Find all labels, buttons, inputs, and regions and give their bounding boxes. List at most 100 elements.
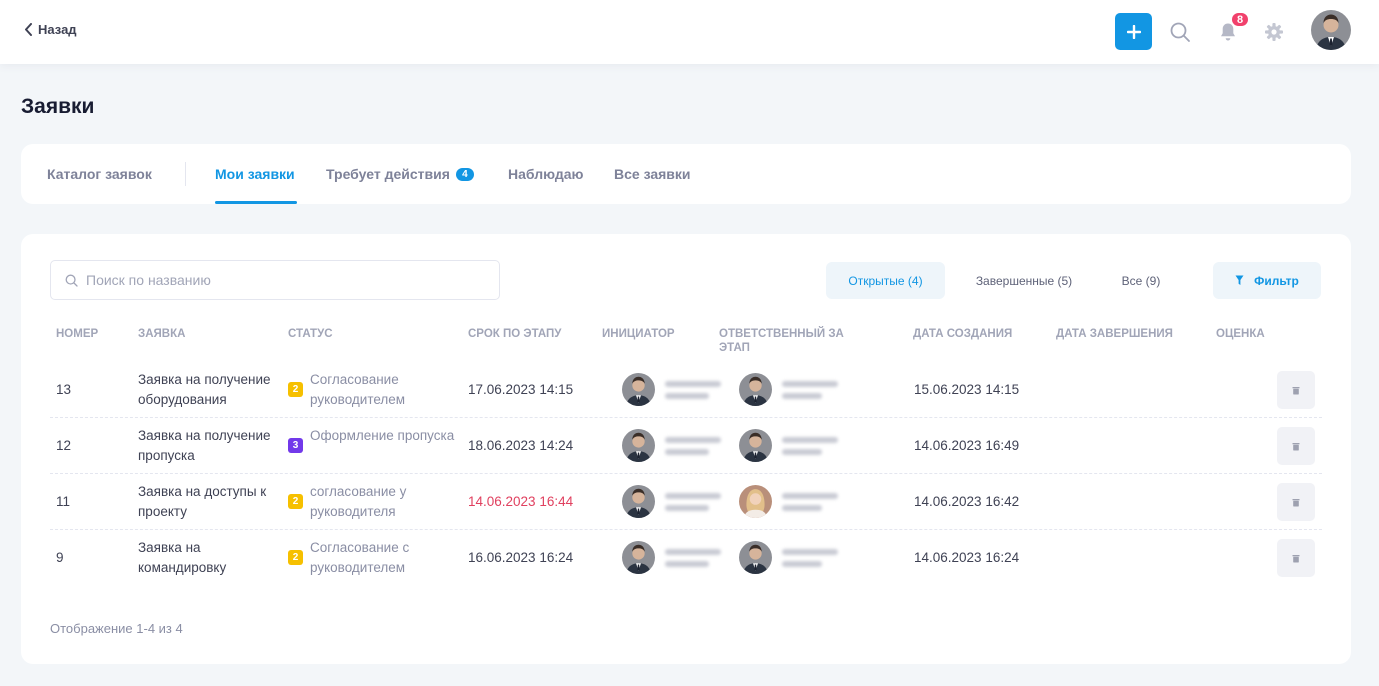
initiator <box>622 485 721 518</box>
delete-button[interactable] <box>1277 427 1315 465</box>
request-status: 2 Согласование с руководителем <box>288 538 458 578</box>
request-number: 9 <box>56 550 64 565</box>
column-header-rating[interactable]: Оценка <box>1216 327 1265 341</box>
responsible <box>739 485 838 518</box>
stage-number-badge: 2 <box>288 550 303 565</box>
initiator-name-redacted <box>665 492 721 511</box>
trash-icon <box>1292 498 1300 506</box>
created-date: 14.06.2023 16:49 <box>914 438 1020 453</box>
responsible-avatar <box>739 373 772 406</box>
stage-number-badge: 2 <box>288 494 303 509</box>
filter-button[interactable]: Фильтр <box>1213 262 1321 299</box>
delete-button[interactable] <box>1277 539 1315 577</box>
delete-button[interactable] <box>1277 483 1315 521</box>
table-row[interactable]: 12 Заявка на получение пропуска 3 Оформл… <box>50 418 1322 474</box>
stage-due-date: 16.06.2023 16:24 <box>468 550 574 565</box>
tab-requires-action[interactable]: Требует действия 4 <box>326 166 474 182</box>
filter-icon <box>1235 275 1244 285</box>
request-status: 2 согласование у руководителя <box>288 482 458 522</box>
notifications-badge: 8 <box>1230 11 1250 28</box>
search-field[interactable] <box>50 260 500 300</box>
stage-due-date: 17.06.2023 14:15 <box>468 382 574 397</box>
back-button[interactable]: Назад <box>24 22 77 37</box>
delete-button[interactable] <box>1277 371 1315 409</box>
search-icon <box>65 274 78 287</box>
responsible-name-redacted <box>782 492 838 511</box>
segment-all[interactable]: Все (9) <box>1109 262 1173 299</box>
filter-label: Фильтр <box>1254 273 1299 288</box>
settings-button[interactable] <box>1262 20 1286 44</box>
active-tab-indicator <box>215 201 297 204</box>
status-text: Согласование руководителем <box>310 372 406 407</box>
request-name[interactable]: Заявка на командировку <box>138 538 286 578</box>
initiator <box>622 541 721 574</box>
stage-number-badge: 2 <box>288 382 303 397</box>
tab-all-requests[interactable]: Все заявки <box>614 166 691 182</box>
responsible-name-redacted <box>782 380 838 399</box>
gear-icon <box>1265 23 1283 41</box>
pagination-info: Отображение 1-4 из 4 <box>50 621 183 636</box>
table-row[interactable]: 13 Заявка на получение оборудования 2 Со… <box>50 362 1322 418</box>
request-name[interactable]: Заявка на доступы к проекту <box>138 482 286 522</box>
tab-watching[interactable]: Наблюдаю <box>508 166 584 182</box>
status-text: Оформление пропуска <box>310 428 455 443</box>
request-name[interactable]: Заявка на получение пропуска <box>138 426 286 466</box>
page-title: Заявки <box>21 95 95 118</box>
request-number: 11 <box>56 494 71 509</box>
initiator-name-redacted <box>665 436 721 455</box>
request-number: 12 <box>56 438 72 453</box>
tabs-bar: Каталог заявок Мои заявки Требует действ… <box>21 144 1351 204</box>
back-label: Назад <box>38 22 77 37</box>
requests-card: Открытые (4) Завершенные (5) Все (9) Фил… <box>21 234 1351 664</box>
tab-catalog[interactable]: Каталог заявок <box>47 166 152 182</box>
tab-requires-action-badge: 4 <box>455 168 474 181</box>
request-number: 13 <box>56 382 72 397</box>
initiator-name-redacted <box>665 548 721 567</box>
tab-my-requests[interactable]: Мои заявки <box>215 166 295 182</box>
trash-icon <box>1292 554 1300 562</box>
search-input[interactable] <box>86 272 466 288</box>
responsible-avatar <box>739 429 772 462</box>
global-search-button[interactable] <box>1168 20 1192 44</box>
table-row[interactable]: 11 Заявка на доступы к проекту 2 согласо… <box>50 474 1322 530</box>
initiator <box>622 429 721 462</box>
responsible-avatar <box>739 485 772 518</box>
request-name[interactable]: Заявка на получение оборудования <box>138 370 286 410</box>
column-header-due[interactable]: Срок по этапу <box>468 327 561 341</box>
column-header-responsible[interactable]: Ответственный за этап <box>719 327 869 355</box>
tab-requires-action-label: Требует действия <box>326 166 450 182</box>
column-header-request[interactable]: Заявка <box>138 327 185 341</box>
initiator-avatar <box>622 541 655 574</box>
status-text: согласование у руководителя <box>310 484 407 519</box>
status-text: Согласование с руководителем <box>310 540 410 575</box>
stage-number-badge: 3 <box>288 438 303 453</box>
chevron-left-icon <box>25 23 32 36</box>
tab-separator <box>185 162 186 186</box>
column-header-number[interactable]: Номер <box>56 327 98 341</box>
created-date: 14.06.2023 16:42 <box>914 494 1020 509</box>
stage-due-date: 18.06.2023 14:24 <box>468 438 574 453</box>
top-bar: Назад 8 <box>0 0 1379 64</box>
trash-icon <box>1292 386 1300 394</box>
responsible <box>739 541 838 574</box>
column-header-initiator[interactable]: Инициатор <box>602 327 675 341</box>
add-button[interactable] <box>1115 13 1152 50</box>
responsible-name-redacted <box>782 436 838 455</box>
responsible-name-redacted <box>782 548 838 567</box>
initiator-avatar <box>622 485 655 518</box>
request-status: 2 Согласование руководителем <box>288 370 458 410</box>
trash-icon <box>1292 442 1300 450</box>
user-avatar[interactable] <box>1311 10 1351 50</box>
search-icon <box>1170 22 1190 42</box>
request-status: 3 Оформление пропуска <box>288 426 458 453</box>
column-header-status[interactable]: Статус <box>288 327 333 341</box>
segment-open[interactable]: Открытые (4) <box>826 262 945 299</box>
created-date: 14.06.2023 16:24 <box>914 550 1020 565</box>
column-header-created[interactable]: Дата создания <box>913 327 1012 341</box>
responsible <box>739 429 838 462</box>
segment-completed[interactable]: Завершенные (5) <box>959 262 1089 299</box>
column-header-completed[interactable]: Дата завершения <box>1056 327 1173 341</box>
initiator <box>622 373 721 406</box>
table-row[interactable]: 9 Заявка на командировку 2 Согласование … <box>50 530 1322 586</box>
responsible-avatar <box>739 541 772 574</box>
